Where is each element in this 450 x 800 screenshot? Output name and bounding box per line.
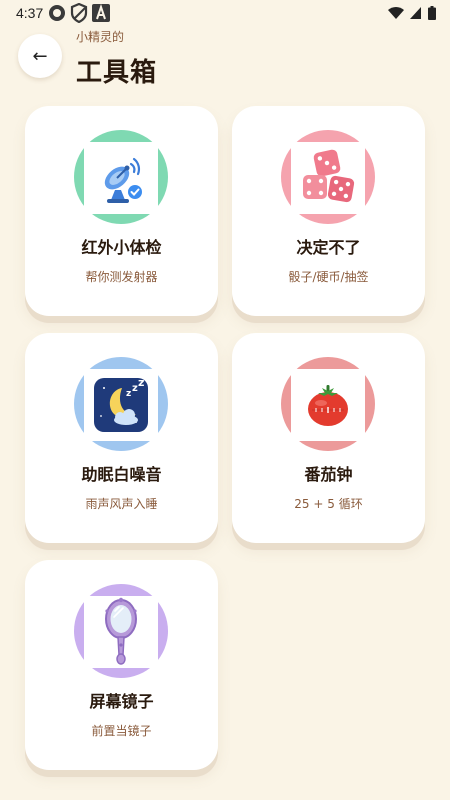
card-desc: 骰子/硬币/抽签 <box>288 270 369 284</box>
card-desc: 帮你测发射器 <box>85 270 158 284</box>
moon-sleep-icon: z z z <box>94 376 148 432</box>
card-desc: 雨声风声入睡 <box>85 497 158 511</box>
card-desc: 25 + 5 循环 <box>294 497 363 511</box>
icon-tile <box>84 142 158 214</box>
card-desc: 前置当镜子 <box>91 724 152 738</box>
card-title: 助眠白噪音 <box>81 465 162 484</box>
tool-card-ir-check[interactable]: 红外小体检 帮你测发射器 <box>25 106 218 316</box>
icon-tile: z z z <box>84 369 158 441</box>
tool-card-mirror[interactable]: 屏幕镜子 前置当镜子 <box>25 560 218 770</box>
icon-tile <box>84 596 158 668</box>
card-title: 番茄钟 <box>304 465 353 484</box>
card-title: 屏幕镜子 <box>89 692 154 711</box>
tool-card-pomodoro[interactable]: 番茄钟 25 + 5 循环 <box>232 333 425 543</box>
tomato-timer-icon <box>308 385 348 426</box>
satellite-dish-icon <box>104 157 142 203</box>
svg-text:z: z <box>126 389 131 399</box>
card-title: 红外小体检 <box>81 238 162 257</box>
tool-card-decide[interactable]: 决定不了 骰子/硬币/抽签 <box>232 106 425 316</box>
tool-card-white-noise[interactable]: z z z 助眠白噪音 雨声风声入睡 <box>25 333 218 543</box>
dice-icon <box>303 149 355 203</box>
svg-text:z: z <box>138 376 144 389</box>
icon-tile <box>291 142 365 214</box>
tool-grid: 红外小体检 帮你测发射器 决定不了 骰子/硬币/抽签 z z z 助眠白噪音 雨… <box>0 0 450 800</box>
icon-tile <box>291 369 365 441</box>
hand-mirror-icon <box>105 597 137 665</box>
card-title: 决定不了 <box>296 238 361 257</box>
